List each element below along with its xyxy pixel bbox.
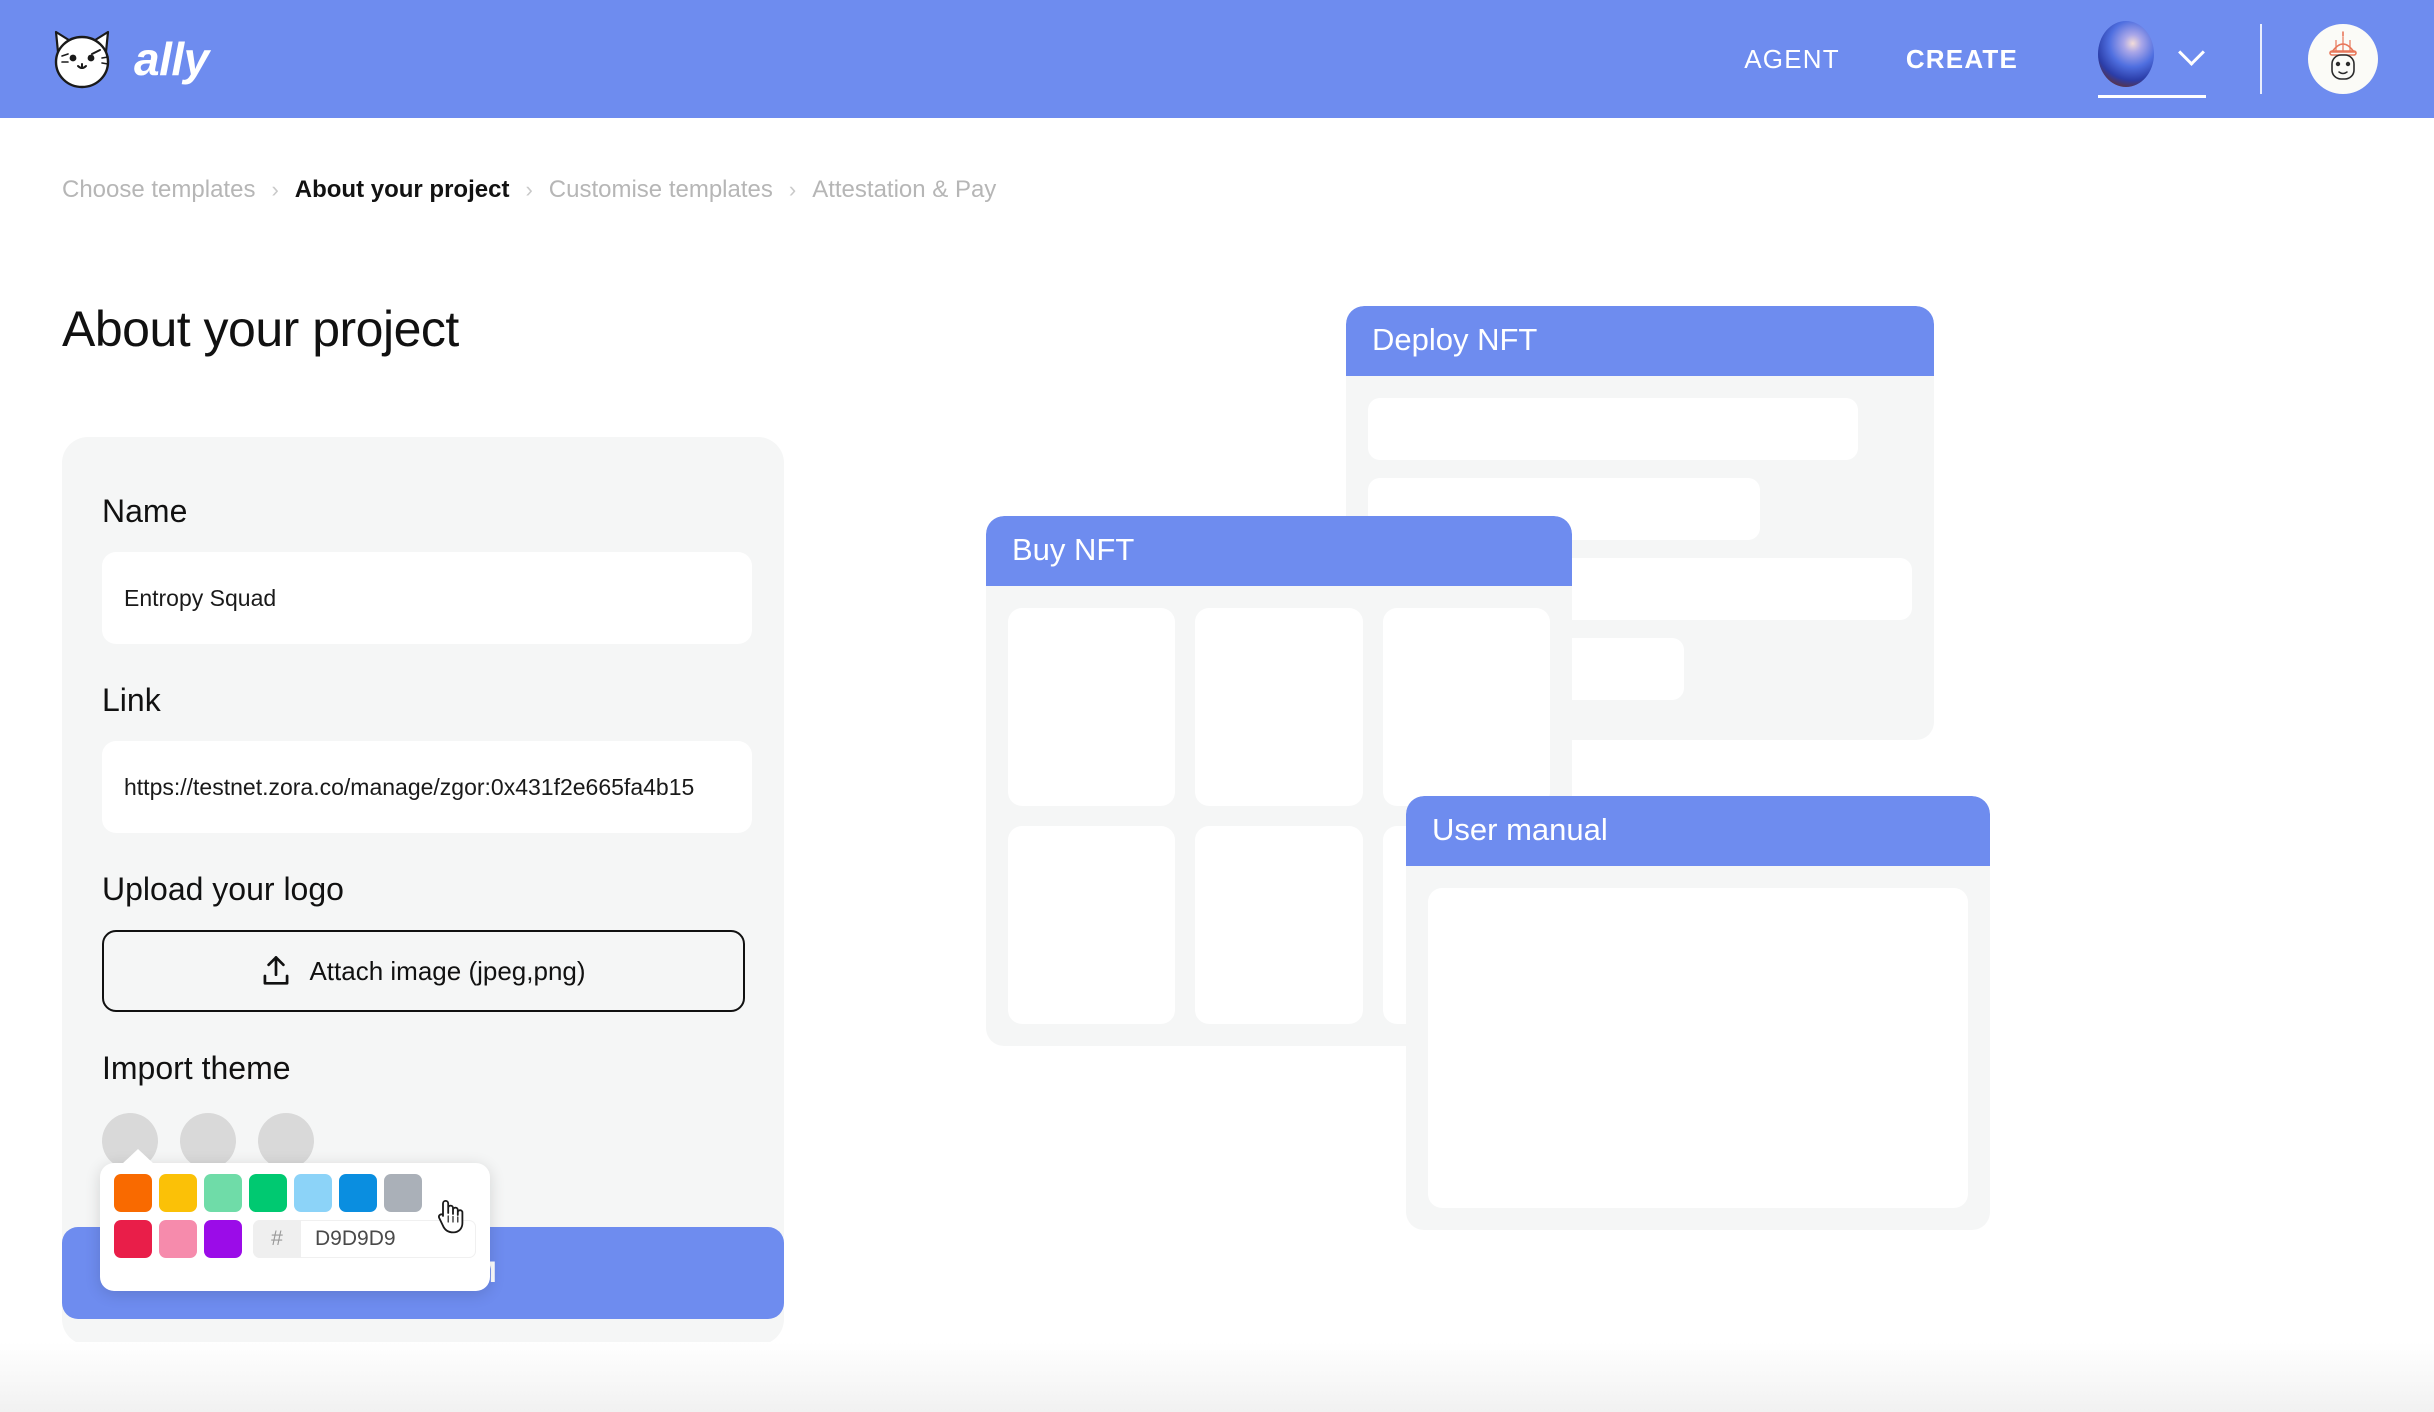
gradient-orb-icon (2098, 20, 2154, 87)
link-field-label: Link (102, 682, 161, 718)
page-title: About your project (62, 301, 459, 357)
avatar[interactable] (2308, 24, 2378, 94)
color-swatch-light-blue[interactable] (294, 1174, 332, 1212)
breadcrumb: Choose templates › About your project › … (62, 176, 996, 204)
preview-card-title: Deploy NFT (1346, 306, 1934, 376)
color-swatch-emerald[interactable] (249, 1174, 287, 1212)
hex-input-wrapper: # (253, 1220, 476, 1258)
color-picker-row-1 (114, 1174, 476, 1212)
color-swatch-crimson[interactable] (114, 1220, 152, 1258)
logo-upload-group: Upload your logo Attach image (jpeg,png) (102, 871, 745, 1012)
user-avatar-icon (2329, 31, 2357, 80)
attach-image-button[interactable]: Attach image (jpeg,png) (102, 930, 745, 1012)
color-picker-row-2: # (114, 1220, 476, 1258)
color-swatch-purple[interactable] (204, 1220, 242, 1258)
page-bottom-fade (0, 1342, 2434, 1412)
nav-right-group: AGENT CREATE (1744, 20, 2378, 98)
color-picker-popover: # (100, 1149, 490, 1291)
breadcrumb-item-customise-templates[interactable]: Customise templates (549, 176, 773, 204)
cat-face-icon (54, 30, 110, 89)
placeholder-tile (1382, 608, 1550, 806)
placeholder-bar (1368, 398, 1858, 460)
preview-card-user-manual[interactable]: User manual (1406, 796, 1990, 1230)
breadcrumb-separator: › (788, 177, 797, 202)
name-input[interactable] (102, 552, 752, 644)
theme-color-circle-3[interactable] (258, 1113, 314, 1169)
breadcrumb-item-about-your-project[interactable]: About your project (295, 176, 510, 204)
hash-prefix: # (253, 1220, 301, 1258)
upload-icon (264, 956, 289, 985)
theme-color-circle-2[interactable] (180, 1113, 236, 1169)
link-input[interactable] (102, 741, 752, 833)
placeholder-tile (1008, 608, 1176, 806)
color-swatch-blue[interactable] (339, 1174, 377, 1212)
nav-link-create[interactable]: CREATE (1906, 44, 2018, 75)
name-field-label: Name (102, 493, 188, 529)
name-field-group: Name (102, 493, 752, 644)
hex-color-input[interactable] (301, 1227, 476, 1251)
top-navigation-bar: ally AGENT CREATE (0, 0, 2434, 118)
breadcrumb-separator: › (525, 177, 533, 202)
import-theme-label: Import theme (102, 1050, 291, 1086)
breadcrumb-item-choose-templates[interactable]: Choose templates (62, 176, 255, 204)
import-theme-group: Import theme (102, 1050, 744, 1169)
placeholder-tile (1195, 826, 1363, 1024)
attach-image-label: Attach image (jpeg,png) (309, 955, 586, 986)
color-swatch-mint[interactable] (204, 1174, 242, 1212)
color-swatch-orange[interactable] (114, 1174, 152, 1212)
breadcrumb-separator: › (271, 177, 279, 202)
preview-card-title: User manual (1406, 796, 1990, 866)
color-swatch-pink[interactable] (159, 1220, 197, 1258)
color-swatch-gray[interactable] (384, 1174, 422, 1212)
logo-upload-label: Upload your logo (102, 871, 344, 907)
brand-name: ally (134, 33, 209, 85)
placeholder-tile (1008, 826, 1176, 1024)
nav-link-agent[interactable]: AGENT (1744, 44, 1840, 75)
theme-swatch-row (102, 1113, 744, 1169)
preview-card-body (1406, 866, 1990, 1230)
brand-logo[interactable]: ally (48, 28, 209, 90)
link-field-group: Link (102, 682, 752, 833)
nav-divider (2260, 24, 2262, 94)
placeholder-panel (1428, 888, 1968, 1208)
chevron-down-icon[interactable] (2180, 41, 2206, 67)
placeholder-tile (1195, 608, 1363, 806)
breadcrumb-item-attestation-pay[interactable]: Attestation & Pay (812, 176, 996, 204)
preview-card-title: Buy NFT (986, 516, 1572, 586)
color-swatch-amber[interactable] (159, 1174, 197, 1212)
wallet-selector[interactable] (2098, 20, 2206, 98)
